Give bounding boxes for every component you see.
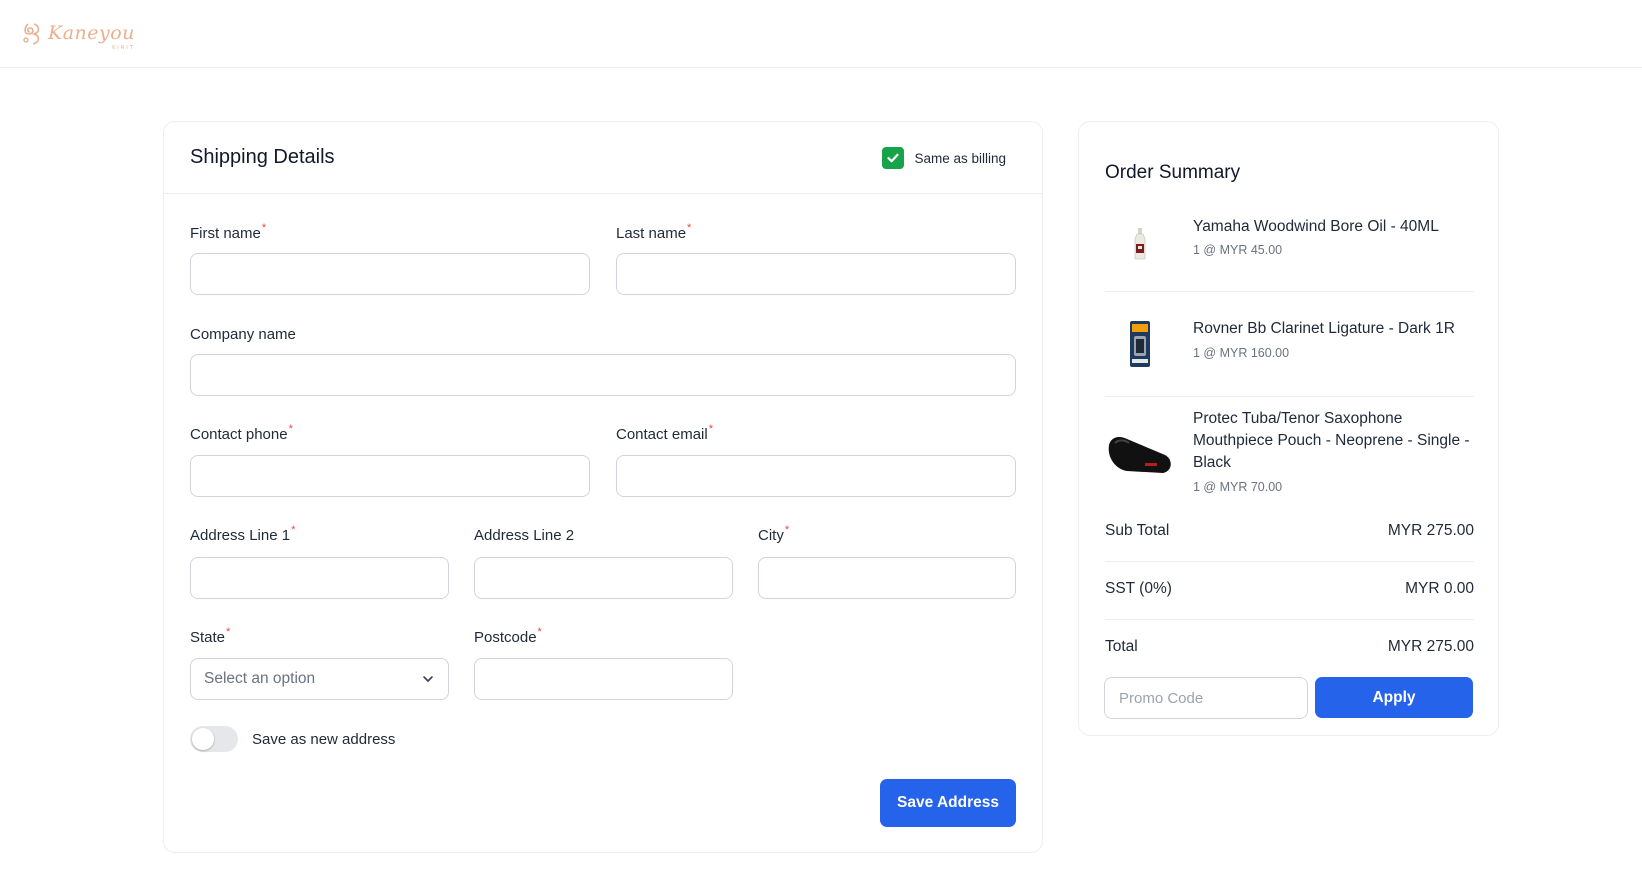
item-divider — [1105, 291, 1474, 292]
sst-label: SST (0%) — [1105, 580, 1172, 597]
last-name-label: Last name* — [616, 222, 692, 242]
save-new-address-row: Save as new address — [190, 726, 395, 752]
total-label: Total — [1105, 638, 1138, 655]
list-item: Protec Tuba/Tenor Saxophone Mouthpiece P… — [1105, 406, 1474, 506]
top-bar: Kaneyou KIRIT — [0, 0, 1642, 68]
chevron-down-icon — [423, 676, 433, 682]
item-divider — [1105, 396, 1474, 397]
logo-subtext: KIRIT — [112, 45, 135, 51]
required-mark: * — [708, 423, 713, 435]
required-mark: * — [687, 222, 692, 234]
pouch-icon — [1108, 437, 1171, 473]
contact-phone-input[interactable] — [190, 455, 590, 497]
checkbox-checked[interactable] — [882, 147, 905, 169]
required-mark: * — [784, 524, 790, 536]
company-name-input[interactable] — [190, 354, 1016, 396]
sst-row: SST (0%) MYR 0.00 — [1105, 580, 1474, 598]
postcode-label: Postcode* — [474, 626, 542, 646]
total-value: MYR 275.00 — [1387, 638, 1474, 655]
item-meta: 1 @ MYR 45.00 — [1193, 243, 1283, 257]
sst-value: MYR 0.00 — [1405, 580, 1474, 597]
required-mark: * — [288, 423, 293, 435]
totals-divider — [1105, 561, 1474, 562]
required-mark: * — [226, 626, 231, 638]
bottle-icon — [1134, 228, 1146, 260]
total-row: Total MYR 275.00 — [1105, 638, 1474, 656]
shipping-header: Shipping Details Same as billing — [164, 122, 1042, 194]
product-image-bore-oil — [1105, 214, 1175, 274]
logo-icon — [23, 23, 40, 45]
address-line-2-input[interactable] — [474, 557, 733, 599]
state-select[interactable]: Select an option — [190, 658, 449, 700]
city-input[interactable] — [758, 557, 1016, 599]
save-new-address-label: Save as new address — [252, 730, 396, 748]
item-name: Rovner Bb Clarinet Ligature - Dark 1R — [1193, 320, 1455, 337]
required-mark: * — [537, 626, 542, 638]
state-select-placeholder: Select an option — [204, 670, 316, 687]
first-name-label: First name* — [190, 222, 267, 242]
required-mark: * — [291, 524, 296, 536]
same-as-billing-checkbox[interactable]: Same as billing — [882, 147, 1006, 169]
address-line-2-label: Address Line 2 — [474, 527, 575, 544]
list-item: Yamaha Woodwind Bore Oil - 40ML 1 @ MYR … — [1105, 210, 1474, 290]
item-meta: 1 @ MYR 160.00 — [1193, 346, 1290, 360]
last-name-input[interactable] — [616, 253, 1016, 295]
item-meta: 1 @ MYR 70.00 — [1193, 480, 1283, 494]
shipping-details-card: Shipping Details Same as billing First n… — [163, 121, 1043, 853]
address-line-1-label: Address Line 1* — [190, 524, 296, 544]
item-name: Yamaha Woodwind Bore Oil - 40ML — [1193, 218, 1439, 235]
city-label: City* — [758, 524, 790, 544]
subtotal-label: Sub Total — [1105, 522, 1170, 539]
product-image-pouch — [1105, 424, 1175, 484]
check-icon — [887, 153, 900, 163]
subtotal-value: MYR 275.00 — [1387, 522, 1474, 539]
required-mark: * — [261, 222, 267, 234]
address-line-1-input[interactable] — [190, 557, 449, 599]
promo-code-input[interactable] — [1104, 677, 1308, 719]
save-new-address-toggle[interactable] — [190, 726, 238, 752]
box-icon — [1130, 321, 1150, 367]
list-item: Rovner Bb Clarinet Ligature - Dark 1R 1 … — [1105, 300, 1474, 390]
order-summary-title: Order Summary — [1105, 162, 1241, 183]
shipping-title: Shipping Details — [190, 146, 335, 168]
save-address-button[interactable]: Save Address — [880, 779, 1016, 827]
same-as-billing-label: Same as billing — [914, 150, 1006, 166]
subtotal-row: Sub Total MYR 275.00 — [1105, 522, 1474, 540]
order-summary-card: Order Summary Yamaha Woodwind Bore Oil -… — [1078, 121, 1499, 736]
first-name-input[interactable] — [190, 253, 590, 295]
product-image-ligature — [1105, 314, 1175, 374]
logo-text: Kaneyou KIRIT — [48, 22, 135, 51]
brand-logo[interactable]: Kaneyou KIRIT — [22, 18, 135, 51]
apply-promo-button[interactable]: Apply — [1315, 677, 1473, 718]
contact-phone-label: Contact phone* — [190, 423, 293, 443]
postcode-input[interactable] — [474, 658, 733, 700]
toggle-knob — [192, 728, 214, 750]
contact-email-input[interactable] — [616, 455, 1016, 497]
company-name-label: Company name — [190, 326, 296, 343]
contact-email-label: Contact email* — [616, 423, 713, 443]
state-label: State* — [190, 626, 231, 646]
totals-divider — [1105, 619, 1474, 620]
item-name: Protec Tuba/Tenor Saxophone Mouthpiece P… — [1193, 410, 1470, 471]
